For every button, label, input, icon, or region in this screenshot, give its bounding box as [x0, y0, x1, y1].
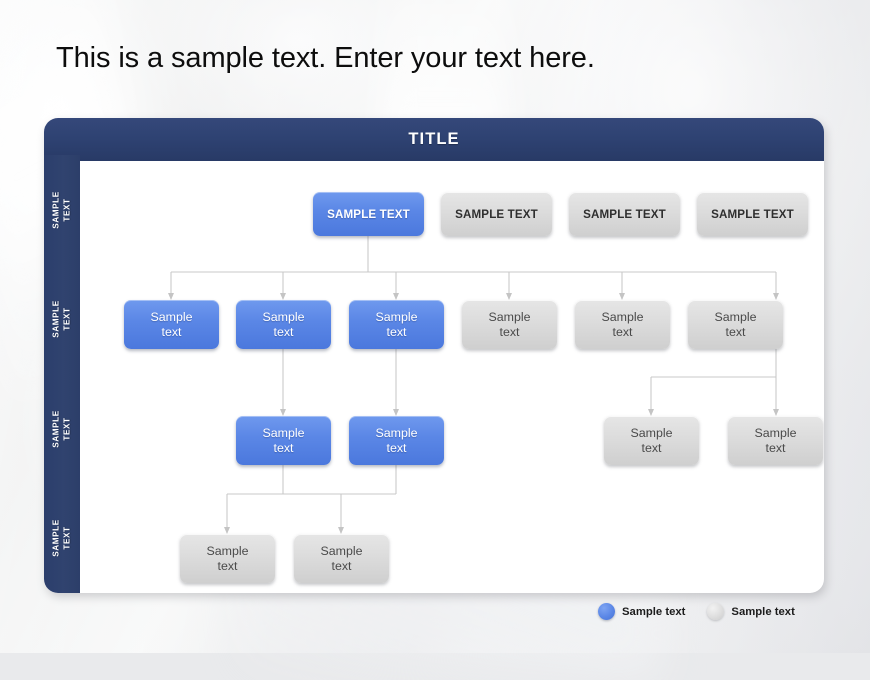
node-label-line1: Sample: [714, 310, 757, 324]
org-chart-diagram: SAMPLE TEXT SAMPLE TEXT SAMPLE TEXT SAMP…: [80, 161, 824, 593]
node-r2n1[interactable]: Sample text: [124, 300, 219, 349]
node-label-line1: Sample: [262, 426, 305, 440]
legend-item-blue[interactable]: Sample text: [598, 603, 685, 620]
sidebar: SAMPLE TEXT SAMPLE TEXT SAMPLE TEXT SAMP…: [44, 155, 80, 593]
sidebar-item-label: SAMPLE TEXT: [52, 301, 73, 338]
legend-item-gray[interactable]: Sample text: [707, 603, 795, 620]
legend-label: Sample text: [731, 605, 795, 618]
sidebar-item-2[interactable]: SAMPLE TEXT: [44, 374, 80, 484]
node-label-line2: text: [612, 324, 633, 339]
node-label-line1: Sample: [262, 310, 305, 324]
node-r3n1[interactable]: Sample text: [236, 416, 331, 465]
node-label: Sample text: [180, 544, 275, 573]
diagram-card: TITLE SAMPLE TEXT SAMPLE TEXT SAMPLE TEX…: [44, 118, 824, 593]
node-label-line2: text: [273, 440, 294, 455]
node-label: Sample text: [349, 310, 444, 339]
sidebar-item-label-line1: SAMPLE: [51, 300, 61, 338]
node-label-line1: Sample: [630, 426, 673, 440]
node-r2n4[interactable]: Sample text: [462, 300, 557, 349]
node-r1n4[interactable]: SAMPLE TEXT: [697, 192, 808, 236]
node-label-line2: text: [386, 324, 407, 339]
sidebar-item-0[interactable]: SAMPLE TEXT: [44, 155, 80, 265]
node-label: Sample text: [294, 544, 389, 573]
node-r4n2[interactable]: Sample text: [294, 534, 389, 583]
node-r2n2[interactable]: Sample text: [236, 300, 331, 349]
sidebar-item-label-line1: SAMPLE: [51, 410, 61, 448]
node-label: SAMPLE TEXT: [711, 207, 794, 221]
node-label: SAMPLE TEXT: [583, 207, 666, 221]
sidebar-item-1[interactable]: SAMPLE TEXT: [44, 265, 80, 375]
node-label: Sample text: [688, 310, 783, 339]
card-title-bar: TITLE: [44, 118, 824, 161]
node-label-line1: Sample: [375, 310, 418, 324]
node-label: Sample text: [236, 310, 331, 339]
node-label-line2: text: [217, 558, 238, 573]
node-label-line2: text: [161, 324, 182, 339]
node-r2n5[interactable]: Sample text: [575, 300, 670, 349]
node-label-line2: text: [499, 324, 520, 339]
node-label-line2: text: [386, 440, 407, 455]
node-label-line1: Sample: [150, 310, 193, 324]
node-r2n3[interactable]: Sample text: [349, 300, 444, 349]
node-label-line2: text: [765, 440, 786, 455]
sidebar-item-label-line2: TEXT: [62, 198, 71, 222]
node-label-line2: text: [725, 324, 746, 339]
page-title: This is a sample text. Enter your text h…: [56, 42, 595, 74]
node-label: SAMPLE TEXT: [327, 207, 410, 221]
legend-swatch-blue-icon: [598, 603, 615, 620]
sidebar-item-label: SAMPLE TEXT: [52, 191, 73, 228]
node-label: Sample text: [604, 426, 699, 455]
node-r3n3[interactable]: Sample text: [604, 416, 699, 465]
sidebar-item-label-line2: TEXT: [62, 307, 71, 331]
sidebar-item-3[interactable]: SAMPLE TEXT: [44, 484, 80, 594]
node-label-line1: Sample: [754, 426, 797, 440]
node-label: Sample text: [349, 426, 444, 455]
legend-swatch-gray-icon: [707, 603, 725, 620]
sidebar-item-label: SAMPLE TEXT: [52, 520, 73, 557]
node-r2n6[interactable]: Sample text: [688, 300, 783, 349]
legend-label: Sample text: [622, 605, 686, 618]
node-label-line1: Sample: [375, 426, 418, 440]
node-r1n1[interactable]: SAMPLE TEXT: [313, 192, 424, 236]
sidebar-item-label: SAMPLE TEXT: [52, 410, 73, 447]
node-label: Sample text: [728, 426, 823, 455]
sidebar-item-label-line1: SAMPLE: [51, 519, 61, 557]
node-label-line2: text: [641, 440, 662, 455]
legend: Sample text Sample text: [598, 603, 795, 620]
node-r1n3[interactable]: SAMPLE TEXT: [569, 192, 680, 236]
node-label-line1: Sample: [601, 310, 644, 324]
node-r3n2[interactable]: Sample text: [349, 416, 444, 465]
node-label-line1: Sample: [320, 544, 363, 558]
node-label: Sample text: [575, 310, 670, 339]
node-label-line1: Sample: [206, 544, 249, 558]
sidebar-item-label-line1: SAMPLE: [51, 191, 61, 229]
card-title-text: TITLE: [408, 130, 460, 148]
node-label: Sample text: [462, 310, 557, 339]
node-r4n1[interactable]: Sample text: [180, 534, 275, 583]
sidebar-item-label-line2: TEXT: [62, 417, 71, 441]
node-r1n2[interactable]: SAMPLE TEXT: [441, 192, 552, 236]
sidebar-item-label-line2: TEXT: [62, 526, 71, 550]
node-label: Sample text: [124, 310, 219, 339]
node-label-line1: Sample: [488, 310, 531, 324]
node-label: Sample text: [236, 426, 331, 455]
node-label-line2: text: [331, 558, 352, 573]
node-r3n4[interactable]: Sample text: [728, 416, 823, 465]
node-label: SAMPLE TEXT: [455, 207, 538, 221]
node-label-line2: text: [273, 324, 294, 339]
